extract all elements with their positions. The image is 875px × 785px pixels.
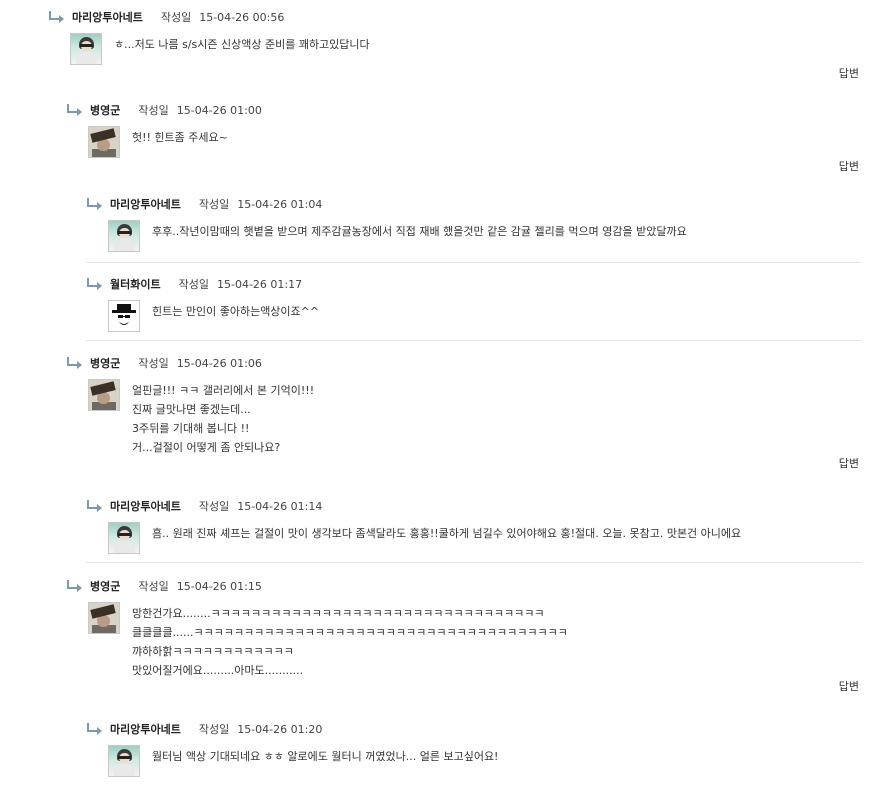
written-date-label: 작성일 (138, 357, 169, 370)
comment-header: 병영군 작성일 15-04-26 01:00 (66, 102, 861, 118)
avatar[interactable] (70, 33, 102, 65)
comment: 병영군 작성일 15-04-26 01:06 얼핀글!!! ㅋㅋ 갤러리에서 본 기억… (66, 355, 861, 477)
comment-text-line: 흠.. 원래 진짜 셰프는 걸절이 맛이 생각보다 좀색달라도 홍홍!!쿨하게 … (152, 527, 742, 540)
comment-body: 헛!! 힌트좀 주세요~ (88, 126, 861, 158)
comment-body: 후후..작년이맘때의 햇볕을 받으며 제주감귤농장에서 직접 재배 했을것만 같… (108, 220, 861, 252)
reply-arrow-icon (66, 580, 84, 592)
avatar[interactable] (88, 602, 120, 634)
comment-header: 병영군 작성일 15-04-26 01:15 (66, 578, 861, 594)
comment-author[interactable]: 병영군 (90, 355, 120, 371)
comment: 병영군 작성일 15-04-26 01:00 헛!! 힌트좀 주세요~ 답변 (66, 102, 861, 180)
written-date-label: 작성일 (198, 198, 230, 211)
comment-author[interactable]: 병영군 (90, 102, 120, 118)
comment-header: 마리앙투아네트 작성일 15-04-26 01:20 (86, 721, 861, 737)
reply-arrow-icon (86, 500, 104, 512)
comment-content: 망한건가요........ㅋㅋㅋㅋㅋㅋㅋㅋㅋㅋㅋㅋㅋㅋㅋㅋㅋㅋㅋㅋㅋㅋㅋㅋㅋㅋㅋ… (132, 602, 568, 680)
comment-text-line: 후후..작년이맘때의 햇볕을 받으며 제주감귤농장에서 직접 재배 했을것만 같… (152, 225, 687, 238)
comment-text-line: 진짜 글맛나면 좋겠는데... (132, 403, 251, 416)
avatar[interactable] (108, 220, 140, 252)
comment-author[interactable]: 마리앙투아네트 (72, 9, 143, 25)
comment-text-line: 3주뒤를 기대해 봅니다 !! (132, 422, 250, 435)
comment-text-line: 꺄하하핡ㅋㅋㅋㅋㅋㅋㅋㅋㅋㅋㅋㅋ (132, 645, 294, 658)
comment-date: 15-04-26 01:20 (237, 722, 323, 736)
comment: 월터화이트 작성일 15-04-26 01:17 힌트는 만인이 좋아하는액상이죠^^ (86, 276, 861, 341)
comment: 병영군 작성일 15-04-26 01:15 망한건가요........ㅋㅋㅋㅋㅋㅋㅋ… (66, 578, 861, 700)
comment-text-line: 월터님 액상 기대되네요 ㅎㅎ 알로에도 월터니 꺼였었나... 얼른 보고싶어… (152, 750, 499, 763)
comment-author[interactable]: 월터화이트 (110, 276, 161, 292)
reply-arrow-icon (86, 723, 104, 735)
comment-author[interactable]: 병영군 (90, 578, 120, 594)
comment-text-line: 거...걸절이 어떻게 좀 안되나요? (132, 441, 281, 454)
comment-date: 15-04-26 01:17 (216, 277, 303, 291)
comment-header: 마리앙투아네트 작성일 15-04-26 01:14 (86, 498, 861, 514)
written-date-label: 작성일 (138, 104, 169, 117)
avatar[interactable] (108, 522, 140, 554)
comment-thread: 마리앙투아네트 작성일 15-04-26 00:56 ㅎ...저도 나름 s/s시즌 … (0, 0, 875, 785)
comment-content: 힌트는 만인이 좋아하는액상이죠^^ (152, 300, 319, 332)
comment-text-line: 얼핀글!!! ㅋㅋ 갤러리에서 본 기억이!!! (132, 384, 315, 397)
comment-body: 힌트는 만인이 좋아하는액상이죠^^ (108, 300, 861, 332)
comment-header: 병영군 작성일 15-04-26 01:06 (66, 355, 861, 371)
written-date-label: 작성일 (138, 580, 169, 593)
comment-author[interactable]: 마리앙투아네트 (110, 721, 181, 737)
comment-body: ㅎ...저도 나름 s/s시즌 신상액상 준비를 꽤하고있답니다 (70, 33, 861, 65)
comment-date: 15-04-26 01:15 (176, 579, 262, 593)
comment-content: 흠.. 원래 진짜 셰프는 걸절이 맛이 생각보다 좀색달라도 홍홍!!쿨하게 … (152, 522, 741, 554)
reply-arrow-icon (86, 198, 104, 210)
comment-date: 15-04-26 00:56 (199, 10, 285, 24)
reply-button[interactable]: 답변 (839, 678, 859, 694)
comment-header: 마리앙투아네트 작성일 15-04-26 01:04 (86, 196, 861, 212)
comment-content: 얼핀글!!! ㅋㅋ 갤러리에서 본 기억이!!! 진짜 글맛나면 좋겠는데... 3… (132, 379, 314, 457)
comment-content: 후후..작년이맘때의 햇볕을 받으며 제주감귤농장에서 직접 재배 했을것만 같… (152, 220, 687, 252)
comment-date: 15-04-26 01:04 (237, 197, 323, 211)
comment-header: 마리앙투아네트 작성일 15-04-26 00:56 (48, 9, 861, 25)
avatar[interactable] (88, 379, 120, 411)
comment-text-line: ㅎ...저도 나름 s/s시즌 신상액상 준비를 꽤하고있답니다 (114, 38, 370, 51)
comment: 마리앙투아네트 작성일 15-04-26 00:56 ㅎ...저도 나름 s/s시즌 … (48, 9, 861, 87)
comment-text-line: 망한건가요........ㅋㅋㅋㅋㅋㅋㅋㅋㅋㅋㅋㅋㅋㅋㅋㅋㅋㅋㅋㅋㅋㅋㅋㅋㅋㅋㅋ… (132, 607, 545, 620)
written-date-label: 작성일 (160, 11, 192, 24)
comment-date: 15-04-26 01:00 (176, 103, 262, 117)
comment-date: 15-04-26 01:14 (237, 499, 323, 513)
reply-arrow-icon (86, 278, 104, 290)
comment-text-line: 힌트는 만인이 좋아하는액상이죠^^ (152, 305, 320, 318)
reply-arrow-icon (48, 11, 66, 23)
comment-text-line: 헛!! 힌트좀 주세요~ (132, 131, 228, 144)
comment-header: 월터화이트 작성일 15-04-26 01:17 (86, 276, 861, 292)
reply-button[interactable]: 답변 (839, 65, 859, 81)
written-date-label: 작성일 (198, 500, 230, 513)
comment: 마리앙투아네트 작성일 15-04-26 01:20 월터님 액상 기대되네요 ㅎㅎ … (86, 721, 861, 783)
comment-body: 얼핀글!!! ㅋㅋ 갤러리에서 본 기억이!!! 진짜 글맛나면 좋겠는데... 3… (88, 379, 861, 457)
reply-arrow-icon (66, 357, 84, 369)
reply-button[interactable]: 답변 (839, 158, 859, 174)
reply-arrow-icon (66, 104, 84, 116)
comment-body: 월터님 액상 기대되네요 ㅎㅎ 알로에도 월터니 꺼였었나... 얼른 보고싶어… (108, 745, 861, 777)
comment: 마리앙투아네트 작성일 15-04-26 01:14 흠.. 원래 진짜 셰프는 걸절… (86, 498, 861, 563)
comment-body: 망한건가요........ㅋㅋㅋㅋㅋㅋㅋㅋㅋㅋㅋㅋㅋㅋㅋㅋㅋㅋㅋㅋㅋㅋㅋㅋㅋㅋㅋ… (88, 602, 861, 680)
comment-date: 15-04-26 01:06 (176, 356, 262, 370)
comment-author[interactable]: 마리앙투아네트 (110, 498, 181, 514)
comment-content: 헛!! 힌트좀 주세요~ (132, 126, 228, 158)
comment-content: 월터님 액상 기대되네요 ㅎㅎ 알로에도 월터니 꺼였었나... 얼른 보고싶어… (152, 745, 498, 777)
reply-button[interactable]: 답변 (839, 455, 859, 471)
comment-text-line: 맛있어질거에요.........아마도........... (132, 664, 304, 677)
avatar[interactable] (108, 745, 140, 777)
comment-content: ㅎ...저도 나름 s/s시즌 신상액상 준비를 꽤하고있답니다 (114, 33, 370, 65)
comment-author[interactable]: 마리앙투아네트 (110, 196, 181, 212)
comment-text-line: 클클클클......ㅋㅋㅋㅋㅋㅋㅋㅋㅋㅋㅋㅋㅋㅋㅋㅋㅋㅋㅋㅋㅋㅋㅋㅋㅋㅋㅋㅋㅋㅋ… (132, 626, 568, 639)
comment-body: 흠.. 원래 진짜 셰프는 걸절이 맛이 생각보다 좀색달라도 홍홍!!쿨하게 … (108, 522, 861, 554)
avatar[interactable] (88, 126, 120, 158)
written-date-label: 작성일 (198, 723, 230, 736)
avatar[interactable] (108, 300, 140, 332)
comment: 마리앙투아네트 작성일 15-04-26 01:04 후후..작년이맘때의 햇볕을 받… (86, 196, 861, 263)
written-date-label: 작성일 (178, 278, 209, 291)
